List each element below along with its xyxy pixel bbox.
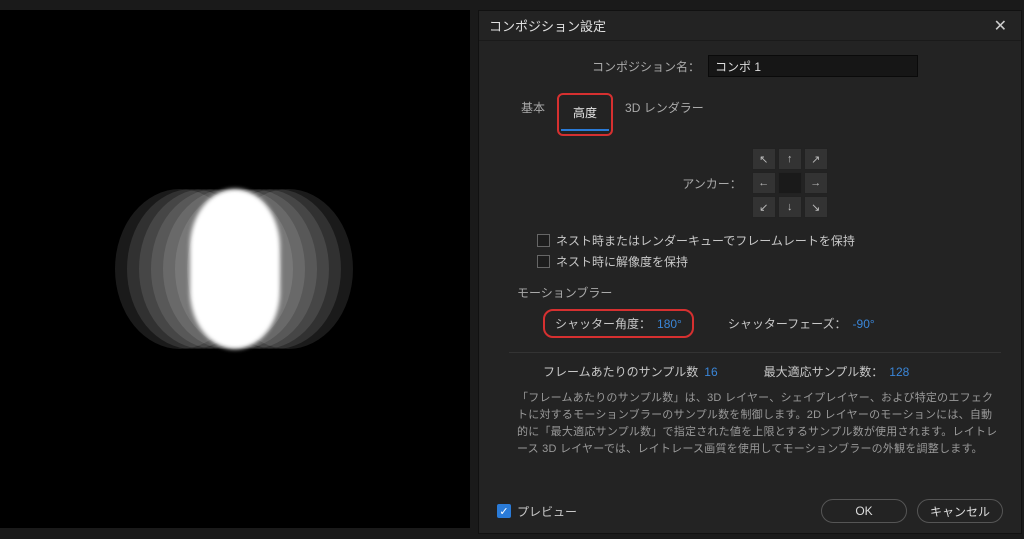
- shutter-phase-value[interactable]: -90°: [853, 317, 875, 331]
- samples-per-frame-label: フレームあたりのサンプル数: [543, 363, 698, 380]
- comp-name-label: コンポジション名：: [592, 58, 700, 75]
- anchor-ne-icon[interactable]: ↗: [804, 148, 828, 170]
- anchor-s-icon[interactable]: ↓: [778, 196, 802, 218]
- tab-3d-renderer[interactable]: 3D レンダラー: [613, 93, 716, 136]
- shutter-angle-label: シャッター角度：: [555, 315, 651, 332]
- close-icon[interactable]: ✕: [990, 16, 1011, 36]
- composition-settings-dialog: コンポジション設定 ✕ コンポジション名： 基本 高度 3D レンダラー アンカ…: [478, 10, 1022, 534]
- tab-advanced[interactable]: 高度: [561, 98, 609, 131]
- anchor-nw-icon[interactable]: ↖: [752, 148, 776, 170]
- adaptive-limit-label: 最大適応サンプル数：: [764, 363, 884, 380]
- comp-name-input[interactable]: [708, 55, 918, 77]
- shutter-angle-highlight: シャッター角度： 180°: [543, 309, 694, 338]
- anchor-e-icon[interactable]: →: [804, 172, 828, 194]
- motion-blur-preview-shape: [115, 179, 355, 359]
- preserve-resolution-label: ネスト時に解像度を保持: [556, 253, 688, 270]
- anchor-n-icon[interactable]: ↑: [778, 148, 802, 170]
- composition-preview: [0, 10, 470, 528]
- cancel-button[interactable]: キャンセル: [917, 499, 1003, 523]
- anchor-grid: ↖ ↑ ↗ ← → ↙ ↓ ↘: [752, 148, 828, 218]
- checkbox-icon: [537, 255, 550, 268]
- divider: [509, 352, 1001, 353]
- anchor-w-icon[interactable]: ←: [752, 172, 776, 194]
- samples-per-frame-value[interactable]: 16: [704, 365, 717, 379]
- checkbox-icon: [537, 234, 550, 247]
- preserve-framerate-label: ネスト時またはレンダーキューでフレームレートを保持: [556, 232, 855, 249]
- preserve-resolution-checkbox[interactable]: ネスト時に解像度を保持: [537, 253, 1001, 270]
- tab-basic[interactable]: 基本: [509, 93, 557, 136]
- settings-tabs: 基本 高度 3D レンダラー: [509, 93, 1001, 136]
- preview-checkbox[interactable]: ✓: [497, 504, 511, 518]
- motion-blur-section-label: モーションブラー: [517, 284, 1001, 301]
- shutter-phase-label: シャッターフェーズ：: [728, 315, 847, 332]
- preserve-framerate-checkbox[interactable]: ネスト時またはレンダーキューでフレームレートを保持: [537, 232, 1001, 249]
- motion-blur-description: 「フレームあたりのサンプル数」は、3D レイヤー、シェイプレイヤー、および特定の…: [517, 390, 1001, 458]
- shutter-angle-value[interactable]: 180°: [657, 317, 682, 331]
- ok-button[interactable]: OK: [821, 499, 907, 523]
- adaptive-limit-value[interactable]: 128: [889, 365, 909, 379]
- anchor-se-icon[interactable]: ↘: [804, 196, 828, 218]
- preview-label: プレビュー: [517, 503, 577, 520]
- anchor-sw-icon[interactable]: ↙: [752, 196, 776, 218]
- anchor-label: アンカー：: [682, 175, 742, 192]
- anchor-center[interactable]: [778, 172, 802, 194]
- dialog-title: コンポジション設定: [489, 16, 990, 35]
- dialog-footer: ✓ プレビュー OK キャンセル: [479, 489, 1021, 533]
- dialog-title-bar: コンポジション設定 ✕: [479, 11, 1021, 41]
